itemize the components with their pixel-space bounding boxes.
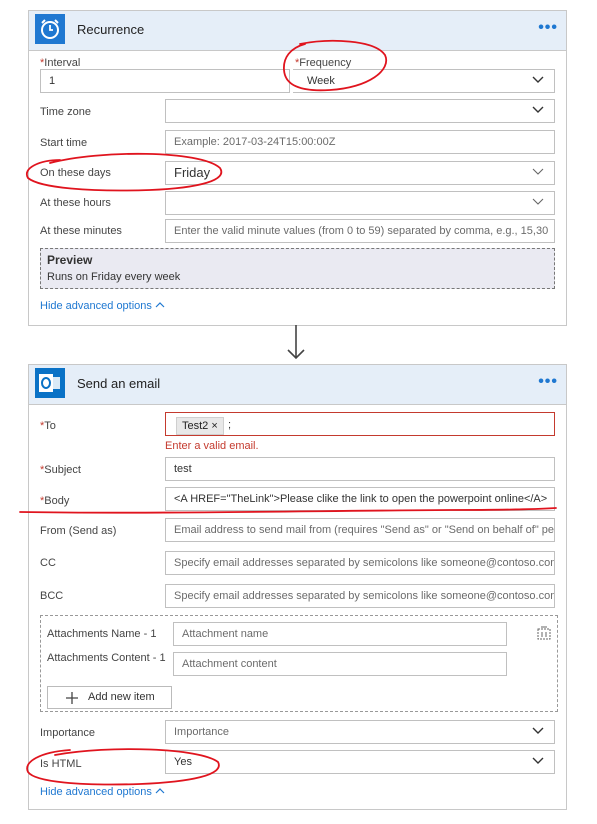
importance-select[interactable]: Importance bbox=[165, 720, 555, 744]
minutes-label: At these minutes bbox=[40, 225, 122, 237]
plus-icon bbox=[66, 692, 78, 704]
starttime-label: Start time bbox=[40, 137, 88, 149]
subject-input[interactable]: test bbox=[165, 457, 555, 481]
arrow-down-icon bbox=[285, 325, 307, 361]
outlook-icon bbox=[35, 368, 65, 398]
attachment-content-label: Attachments Content - 1 bbox=[47, 652, 166, 664]
add-new-item-label: Add new item bbox=[88, 691, 155, 703]
bcc-label: BCC bbox=[40, 590, 64, 602]
recurrence-card: Recurrence ••• *Interval 1 *Frequency We… bbox=[28, 10, 567, 326]
body-label: *Body bbox=[40, 495, 70, 507]
chevron-down-icon bbox=[532, 197, 544, 207]
days-label: On these days bbox=[40, 167, 111, 179]
more-options-icon[interactable]: ••• bbox=[538, 20, 558, 36]
to-separator: ; bbox=[228, 419, 232, 431]
hours-label: At these hours bbox=[40, 197, 111, 209]
chevron-down-icon bbox=[532, 105, 544, 115]
preview-title: Preview bbox=[47, 253, 93, 267]
chevron-down-icon bbox=[532, 726, 544, 736]
subject-label: *Subject bbox=[40, 464, 81, 476]
from-label: From (Send as) bbox=[40, 525, 117, 537]
from-input[interactable]: Email address to send mail from (require… bbox=[165, 518, 555, 542]
starttime-input[interactable]: Example: 2017-03-24T15:00:00Z bbox=[165, 130, 555, 154]
interval-input[interactable]: 1 bbox=[40, 69, 290, 93]
attachment-name-input[interactable]: Attachment name bbox=[173, 622, 507, 646]
attachments-box: Attachments Name - 1 Attachment name Att… bbox=[40, 615, 558, 712]
recurrence-title: Recurrence bbox=[77, 22, 145, 37]
alarm-clock-icon bbox=[35, 14, 65, 44]
delete-item-icon[interactable] bbox=[537, 626, 551, 645]
chevron-down-icon bbox=[532, 756, 544, 766]
recipient-tag: Test2 × bbox=[176, 417, 224, 435]
importance-label: Importance bbox=[40, 727, 96, 739]
hide-advanced-link[interactable]: Hide advanced options bbox=[40, 300, 165, 312]
frequency-label: *Frequency bbox=[295, 57, 352, 69]
to-error: Enter a valid email. bbox=[165, 440, 259, 452]
cc-input[interactable]: Specify email addresses separated by sem… bbox=[165, 551, 555, 575]
timezone-label: Time zone bbox=[40, 106, 91, 118]
recurrence-header[interactable]: Recurrence ••• bbox=[29, 11, 566, 51]
chevron-down-icon bbox=[532, 167, 544, 177]
days-select[interactable]: Friday bbox=[165, 161, 555, 185]
to-label: *To bbox=[40, 420, 56, 432]
remove-tag-icon[interactable]: × bbox=[211, 420, 217, 432]
chevron-down-icon bbox=[532, 75, 544, 85]
to-input[interactable]: Test2 × ; bbox=[165, 412, 555, 436]
add-new-item-button[interactable]: Add new item bbox=[47, 686, 172, 709]
bcc-input[interactable]: Specify email addresses separated by sem… bbox=[165, 584, 555, 608]
interval-label: *Interval bbox=[40, 57, 81, 69]
hide-advanced-link[interactable]: Hide advanced options bbox=[40, 786, 165, 798]
attachment-name-label: Attachments Name - 1 bbox=[47, 628, 157, 640]
more-options-icon[interactable]: ••• bbox=[538, 374, 558, 390]
hours-select[interactable] bbox=[165, 191, 555, 215]
send-email-header[interactable]: Send an email ••• bbox=[29, 365, 566, 405]
attachment-content-input[interactable]: Attachment content bbox=[173, 652, 507, 676]
ishtml-label: Is HTML bbox=[40, 758, 82, 770]
chevron-up-icon bbox=[155, 788, 165, 794]
send-email-card: Send an email ••• *To Test2 × ; Enter a … bbox=[28, 364, 567, 810]
preview-box: Preview Runs on Friday every week bbox=[40, 248, 555, 289]
preview-text: Runs on Friday every week bbox=[47, 271, 181, 283]
minutes-input[interactable]: Enter the valid minute values (from 0 to… bbox=[165, 219, 555, 243]
frequency-select[interactable]: Week bbox=[293, 69, 555, 93]
chevron-up-icon bbox=[155, 302, 165, 308]
timezone-select[interactable] bbox=[165, 99, 555, 123]
send-email-title: Send an email bbox=[77, 376, 161, 391]
body-input[interactable]: <A HREF="TheLink">Please clike the link … bbox=[165, 487, 555, 511]
cc-label: CC bbox=[40, 557, 56, 569]
ishtml-select[interactable]: Yes bbox=[165, 750, 555, 774]
